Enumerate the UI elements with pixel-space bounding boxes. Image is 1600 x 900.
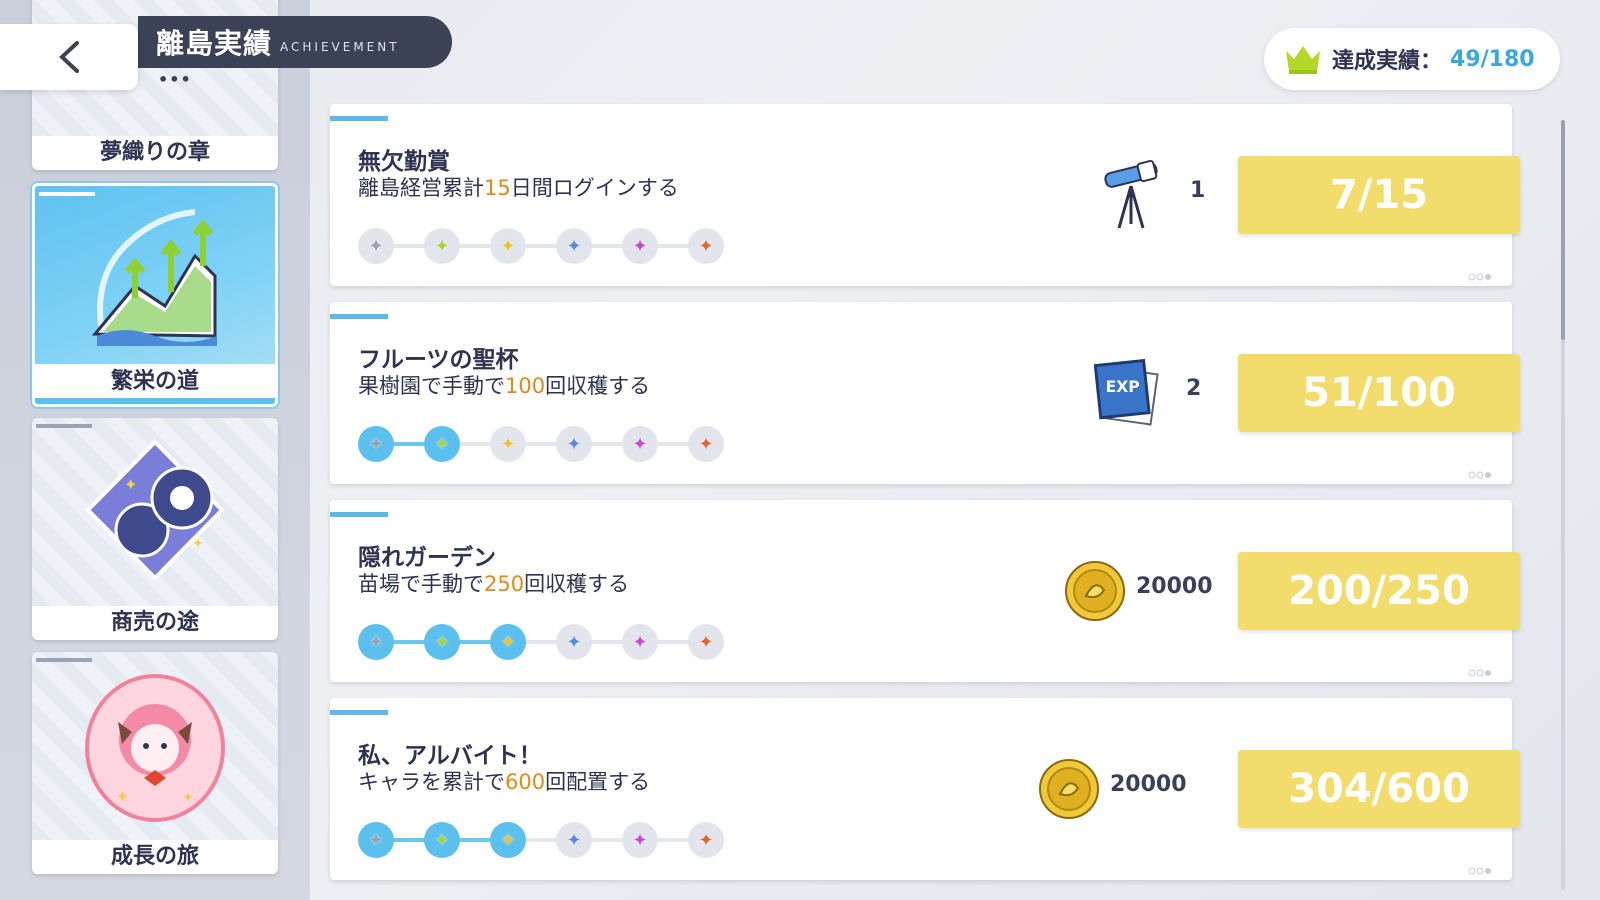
scrollbar-thumb[interactable]	[1561, 120, 1565, 340]
mountain-arrows-icon	[91, 209, 217, 346]
category-label: 成長の旅	[32, 840, 278, 874]
achievement-row: 私、アルバイト！ キャラを累計で600回配置する ✦ ✦ ✦ ✦ ✦ ✦ 20000 304/60…	[330, 698, 1520, 880]
svg-text:✦: ✦	[182, 790, 194, 806]
category-card-growth[interactable]: ✦ ✦ 成長の旅	[32, 652, 278, 874]
tier-star-icon: ✦	[490, 822, 526, 858]
page-title: 離島実績	[156, 27, 273, 60]
achievement-row: 隠れガーデン 苗場で手動で250回収穫する ✦ ✦ ✦ ✦ ✦ ✦ 20000 200/250	[330, 500, 1520, 682]
reward-quantity: 2	[1186, 376, 1202, 401]
row-tag	[330, 710, 388, 715]
category-card-commerce[interactable]: ✦ ✦ 商売の途	[32, 418, 278, 640]
tier-star-icon: ✦	[622, 426, 658, 462]
achievement-description: 苗場で手動で250回収穫する	[358, 572, 630, 596]
achievement-description: 離島経営累計15日間ログインする	[358, 176, 679, 200]
reward-quantity: 20000	[1110, 772, 1187, 797]
gold-coin-icon[interactable]	[1034, 754, 1104, 824]
reward-quantity: 1	[1190, 178, 1206, 203]
target-number: 15	[484, 176, 511, 200]
svg-text:✦: ✦	[116, 787, 129, 806]
corner-decoration	[1438, 464, 1496, 479]
corner-decoration	[1438, 860, 1496, 875]
category-art: ✦ ✦	[32, 652, 278, 840]
tier-star-icon: ✦	[688, 426, 724, 462]
category-tag	[36, 658, 92, 662]
chevron-left-icon	[59, 41, 79, 73]
target-number: 600	[505, 770, 546, 794]
progress-button[interactable]: 51/100	[1238, 354, 1520, 432]
corner-decoration	[1438, 266, 1496, 281]
target-number: 100	[505, 374, 546, 398]
achievement-row: 無欠勤賞 離島経営累計15日間ログインする ✦ ✦ ✦ ✦ ✦ ✦ 1 7/15	[330, 104, 1520, 286]
tier-star-icon: ✦	[556, 822, 592, 858]
telescope-icon[interactable]	[1096, 159, 1166, 230]
target-number: 250	[484, 572, 525, 596]
category-label: 繁栄の道	[35, 364, 275, 404]
tier-star-icon: ✦	[688, 822, 724, 858]
back-button[interactable]	[0, 24, 138, 90]
achievement-name: 隠れガーデン	[358, 545, 496, 571]
page-title-bar: 離島実績 ACHIEVEMENT	[138, 16, 452, 68]
tier-star-icon: ✦	[688, 624, 724, 660]
tier-star-icon: ✦	[490, 426, 526, 462]
progress-button[interactable]: 200/250	[1238, 552, 1520, 630]
category-sidebar: 夢織りの章 繁栄の道 ✦ ✦ 商売の途 ✦ ✦ 成長の旅	[0, 0, 310, 900]
tier-star-icon: ✦	[556, 426, 592, 462]
category-label: 商売の途	[32, 606, 278, 640]
counter-value: 49/180	[1450, 46, 1535, 72]
progress-button[interactable]: 7/15	[1238, 156, 1520, 234]
category-label: 夢織りの章	[32, 136, 278, 170]
achievement-description: 果樹園で手動で100回収穫する	[358, 374, 651, 398]
svg-text:EXP: EXP	[1106, 378, 1140, 396]
tier-star-icon: ✦	[424, 426, 460, 462]
row-tag	[330, 512, 388, 517]
achievement-counter: 達成実績： 49/180	[1264, 28, 1560, 90]
tier-star-icon: ✦	[424, 228, 460, 264]
tier-star-icon: ✦	[688, 228, 724, 264]
crown-icon	[1286, 46, 1320, 74]
category-art	[35, 186, 275, 370]
tier-star-icon: ✦	[622, 822, 658, 858]
category-tag	[39, 192, 95, 196]
tier-star-icon: ✦	[358, 426, 394, 462]
category-tag	[36, 424, 92, 428]
tier-star-icon: ✦	[622, 228, 658, 264]
progress-button[interactable]: 304/600	[1238, 750, 1520, 828]
counter-label: 達成実績：	[1332, 49, 1443, 74]
tier-star-icon: ✦	[358, 822, 394, 858]
category-art: ✦ ✦	[32, 418, 278, 606]
svg-text:✦: ✦	[124, 475, 137, 494]
tier-star-icon: ✦	[358, 624, 394, 660]
tier-progress-track: ✦ ✦ ✦ ✦ ✦ ✦	[356, 622, 726, 662]
category-card-prosperity[interactable]: 繁栄の道	[32, 183, 278, 407]
achievement-row: フルーツの聖杯 果樹園で手動で100回収穫する ✦ ✦ ✦ ✦ ✦ ✦ EXP 2 51/100	[330, 302, 1520, 484]
gold-coin-icon[interactable]	[1060, 556, 1130, 626]
reward-quantity: 20000	[1136, 574, 1213, 599]
achievement-name: 無欠勤賞	[358, 149, 450, 175]
row-tag	[330, 314, 388, 319]
tier-progress-track: ✦ ✦ ✦ ✦ ✦ ✦	[356, 820, 726, 860]
achievement-description: キャラを累計で600回配置する	[358, 770, 651, 794]
more-dots: •••	[158, 70, 192, 89]
tier-star-icon: ✦	[556, 624, 592, 660]
achievement-name: フルーツの聖杯	[358, 347, 519, 373]
tier-star-icon: ✦	[358, 228, 394, 264]
exp-book-icon[interactable]: EXP	[1094, 358, 1164, 428]
tier-progress-track: ✦ ✦ ✦ ✦ ✦ ✦	[356, 424, 726, 464]
coins-badge-icon: ✦ ✦	[85, 439, 225, 581]
tier-star-icon: ✦	[556, 228, 592, 264]
character-badge-icon: ✦ ✦	[85, 674, 225, 822]
tier-star-icon: ✦	[622, 624, 658, 660]
achievement-name: 私、アルバイト！	[358, 743, 542, 769]
tier-progress-track: ✦ ✦ ✦ ✦ ✦ ✦	[356, 226, 726, 266]
tier-star-icon: ✦	[490, 624, 526, 660]
scrollbar[interactable]	[1561, 120, 1565, 890]
page-subtitle: ACHIEVEMENT	[280, 40, 400, 54]
tier-star-icon: ✦	[424, 822, 460, 858]
corner-decoration	[1438, 662, 1496, 677]
tier-star-icon: ✦	[424, 624, 460, 660]
tier-star-icon: ✦	[490, 228, 526, 264]
svg-text:✦: ✦	[192, 536, 204, 552]
row-tag	[330, 116, 388, 121]
